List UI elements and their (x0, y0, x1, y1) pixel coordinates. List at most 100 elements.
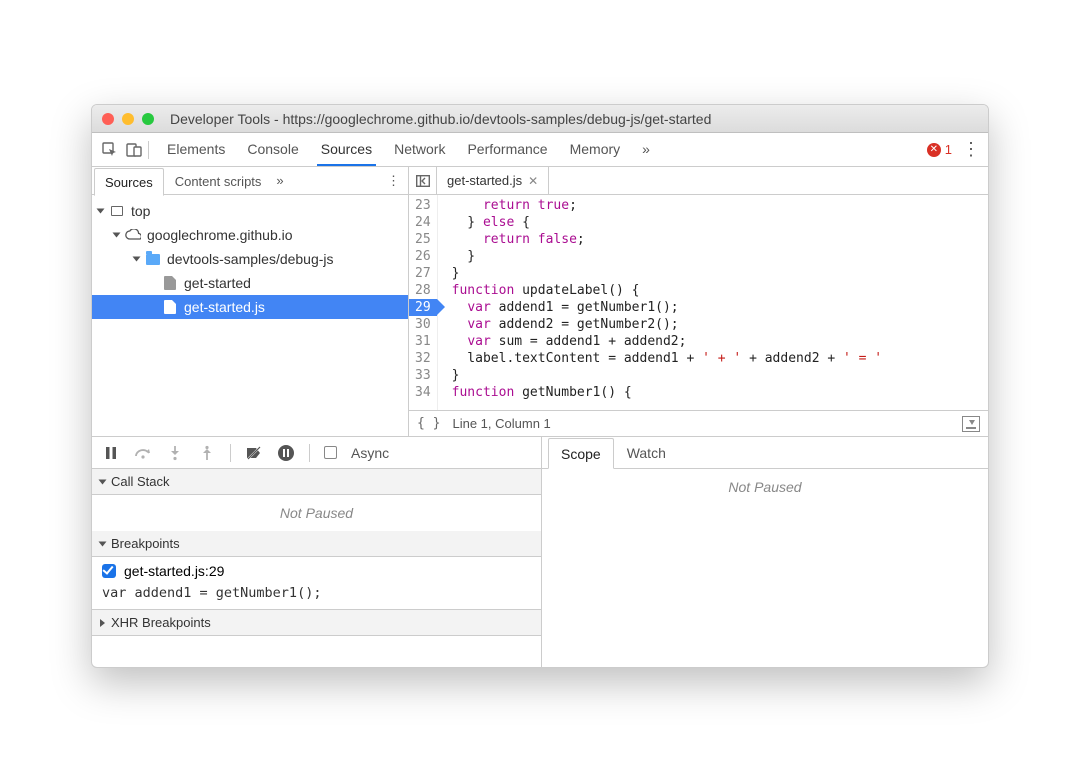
device-toolbar-icon[interactable] (124, 140, 144, 160)
line-number[interactable]: 30 (415, 316, 431, 333)
code-line[interactable]: var addend1 = getNumber1(); (452, 299, 882, 316)
line-number[interactable]: 25 (415, 231, 431, 248)
breakpoints-body: get-started.js:29 var addend1 = getNumbe… (92, 557, 541, 610)
code-line[interactable]: function updateLabel() { (452, 282, 882, 299)
code-line[interactable]: } (452, 248, 882, 265)
debugger-right: Scope Watch Not Paused (542, 437, 988, 667)
tab-network[interactable]: Network (392, 134, 447, 165)
code-line[interactable]: return false; (452, 231, 882, 248)
separator (230, 444, 231, 462)
tab-scope[interactable]: Scope (548, 438, 614, 469)
window-minimize-button[interactable] (122, 113, 134, 125)
debugger-left: Async Call Stack Not Paused Breakpoints … (92, 437, 542, 667)
call-stack-body: Not Paused (92, 495, 541, 531)
scope-watch-tabs: Scope Watch (542, 437, 988, 469)
tab-elements[interactable]: Elements (165, 134, 227, 165)
code-line[interactable]: } (452, 265, 882, 282)
tree-file-selected[interactable]: get-started.js (92, 295, 408, 319)
code-line[interactable]: } (452, 367, 882, 384)
section-title: Call Stack (111, 474, 170, 489)
line-number[interactable]: 29 (409, 299, 437, 316)
toggle-navigator-icon[interactable] (409, 167, 437, 195)
pause-icon[interactable] (102, 444, 120, 462)
cloud-icon (125, 227, 141, 243)
disclosure-triangle-icon (99, 479, 107, 484)
code-line[interactable]: var addend2 = getNumber2(); (452, 316, 882, 333)
async-checkbox[interactable] (324, 446, 337, 459)
panel-tabs: Elements Console Sources Network Perform… (165, 134, 652, 165)
line-number-gutter[interactable]: 232425262728293031323334 (409, 195, 438, 410)
debugger-controls: Async (92, 437, 541, 469)
tab-sources[interactable]: Sources (319, 134, 374, 165)
code-line[interactable]: } else { (452, 214, 882, 231)
editor-tab-label: get-started.js (447, 173, 522, 188)
tab-overflow[interactable]: » (640, 134, 652, 165)
code-line[interactable]: return true; (452, 197, 882, 214)
debugger-panel: Async Call Stack Not Paused Breakpoints … (92, 437, 988, 667)
sources-panel: Sources Content scripts » ⋮ top googlech… (92, 167, 988, 437)
code-area[interactable]: 232425262728293031323334 return true; } … (409, 195, 988, 410)
tree-label: top (131, 203, 150, 219)
async-label: Async (351, 445, 389, 461)
call-stack-header[interactable]: Call Stack (92, 469, 541, 495)
navigator-tab-overflow[interactable]: » (276, 173, 283, 188)
navigator-tab-content-scripts[interactable]: Content scripts (164, 167, 273, 195)
tab-performance[interactable]: Performance (465, 134, 549, 165)
editor-tab[interactable]: get-started.js ✕ (437, 167, 549, 195)
line-number[interactable]: 28 (415, 282, 431, 299)
tab-memory[interactable]: Memory (568, 134, 623, 165)
error-count: 1 (945, 142, 952, 157)
line-number[interactable]: 27 (415, 265, 431, 282)
disclosure-triangle-icon (97, 209, 105, 214)
tree-top-frame[interactable]: top (92, 199, 408, 223)
error-counter[interactable]: ✕ 1 (927, 142, 952, 157)
line-number[interactable]: 32 (415, 350, 431, 367)
navigator-more-icon[interactable]: ⋮ (387, 173, 400, 189)
tree-label: devtools-samples/debug-js (167, 251, 334, 267)
line-number[interactable]: 24 (415, 214, 431, 231)
code-line[interactable]: label.textContent = addend1 + ' + ' + ad… (452, 350, 882, 367)
line-number[interactable]: 31 (415, 333, 431, 350)
xhr-breakpoints-header[interactable]: XHR Breakpoints (92, 610, 541, 636)
navigator-sidebar: Sources Content scripts » ⋮ top googlech… (92, 167, 409, 436)
code-line[interactable]: var sum = addend1 + addend2; (452, 333, 882, 350)
tree-label: googlechrome.github.io (147, 227, 293, 243)
section-title: XHR Breakpoints (111, 615, 211, 630)
step-over-icon[interactable] (134, 444, 152, 462)
tree-origin[interactable]: googlechrome.github.io (92, 223, 408, 247)
pretty-print-icon[interactable]: { } (417, 416, 440, 431)
tab-console[interactable]: Console (245, 134, 300, 165)
editor-footer: { } Line 1, Column 1 (409, 410, 988, 436)
step-into-icon[interactable] (166, 444, 184, 462)
step-out-icon[interactable] (198, 444, 216, 462)
close-tab-icon[interactable]: ✕ (528, 174, 538, 188)
breakpoint-item[interactable]: get-started.js:29 (92, 557, 541, 585)
line-number[interactable]: 33 (415, 367, 431, 384)
line-number[interactable]: 26 (415, 248, 431, 265)
toolbar-separator (148, 141, 149, 159)
show-console-icon[interactable] (962, 416, 980, 432)
tree-folder[interactable]: devtools-samples/debug-js (92, 247, 408, 271)
window-close-button[interactable] (102, 113, 114, 125)
breakpoint-checkbox[interactable] (102, 564, 116, 578)
tab-watch[interactable]: Watch (614, 437, 679, 468)
tree-label: get-started (184, 275, 251, 291)
code-line[interactable]: function getNumber1() { (452, 384, 882, 401)
tree-file[interactable]: get-started (92, 271, 408, 295)
file-tree: top googlechrome.github.io devtools-samp… (92, 195, 408, 436)
separator (309, 444, 310, 462)
code-text[interactable]: return true; } else { return false; }}fu… (438, 195, 882, 410)
scope-status: Not Paused (542, 469, 988, 505)
error-icon: ✕ (927, 143, 941, 157)
window-titlebar: Developer Tools - https://googlechrome.g… (92, 105, 988, 133)
call-stack-status: Not Paused (92, 495, 541, 531)
deactivate-breakpoints-icon[interactable] (245, 444, 263, 462)
inspect-element-icon[interactable] (100, 140, 120, 160)
line-number[interactable]: 34 (415, 384, 431, 401)
navigator-tab-sources[interactable]: Sources (94, 168, 164, 196)
line-number[interactable]: 23 (415, 197, 431, 214)
pause-on-exceptions-icon[interactable] (277, 444, 295, 462)
window-zoom-button[interactable] (142, 113, 154, 125)
breakpoints-header[interactable]: Breakpoints (92, 531, 541, 557)
settings-menu-icon[interactable]: ⋮ (962, 139, 980, 160)
